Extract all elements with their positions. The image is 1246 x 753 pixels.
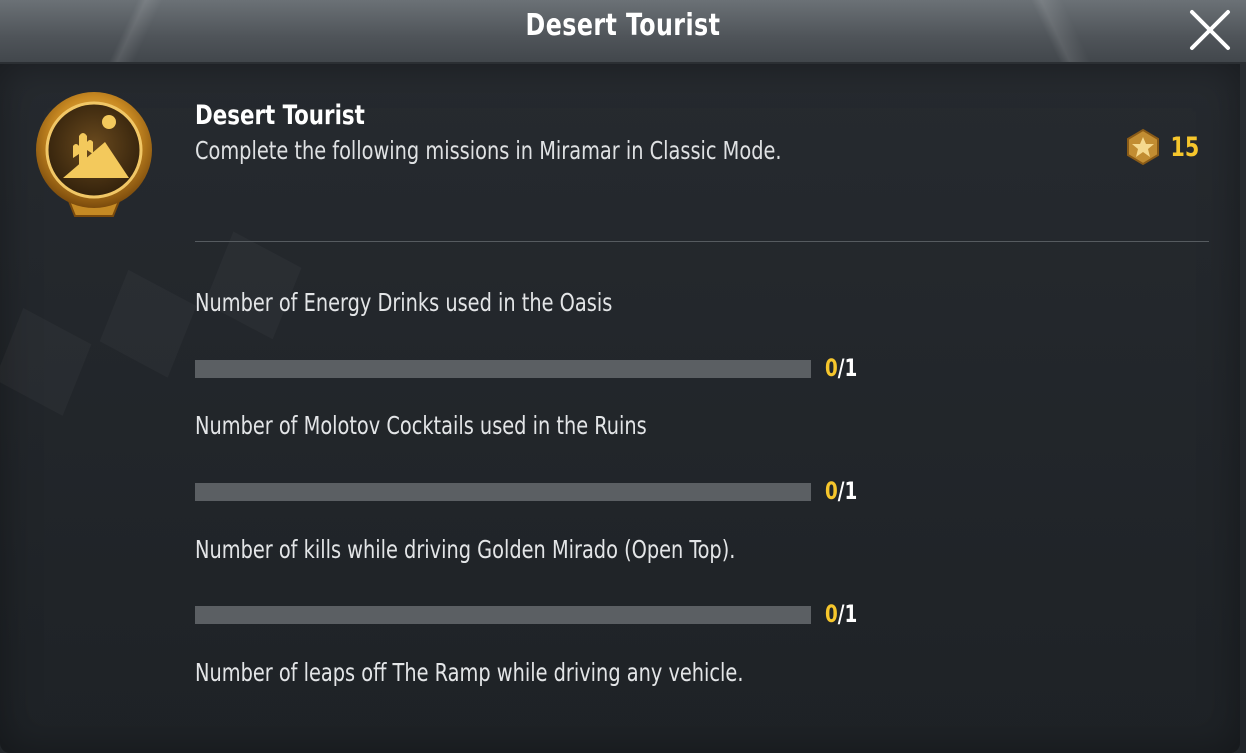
progress-count: 0/1	[825, 354, 857, 382]
reward-points-value: 15	[1170, 131, 1200, 163]
star-medal-icon	[1127, 128, 1160, 166]
progress-count: 0/1	[825, 600, 857, 628]
achievement-dialog: Desert Tourist ◆◆◆	[0, 0, 1246, 753]
progress-separator: /	[837, 477, 845, 505]
mission-item: Number of leaps off The Ramp while drivi…	[195, 658, 895, 687]
progress-current: 0	[825, 354, 838, 382]
mission-label: Number of Energy Drinks used in the Oasi…	[195, 288, 613, 317]
mission-label: Number of leaps off The Ramp while drivi…	[195, 658, 744, 687]
progress-separator: /	[837, 600, 845, 628]
header-divider	[195, 241, 1209, 242]
mission-label: Number of kills while driving Golden Mir…	[195, 535, 736, 564]
title-bar: Desert Tourist	[0, 0, 1246, 64]
mission-item: Number of Molotov Cocktails used in the …	[195, 411, 895, 440]
progress-current: 0	[825, 477, 838, 505]
reward-points: 15	[1124, 128, 1202, 166]
mission-item: Number of kills while driving Golden Mir…	[195, 535, 895, 564]
progress-current: 0	[825, 600, 838, 628]
achievement-panel: ◆◆◆	[0, 64, 1240, 753]
progress-count: 0/1	[825, 477, 857, 505]
progress-total: 1	[844, 600, 858, 628]
achievement-title: Desert Tourist	[195, 100, 365, 131]
progress-bar	[195, 606, 811, 624]
achievement-description: Complete the following missions in Miram…	[195, 136, 782, 165]
progress-total: 1	[844, 354, 858, 382]
close-button[interactable]	[1186, 6, 1234, 54]
mission-item: Number of Energy Drinks used in the Oasi…	[195, 288, 895, 317]
mission-label: Number of Molotov Cocktails used in the …	[195, 411, 647, 440]
desert-cactus-badge-icon	[33, 88, 155, 222]
progress-separator: /	[837, 354, 845, 382]
close-x-icon	[1190, 10, 1230, 50]
progress-bar	[195, 483, 811, 501]
progress-total: 1	[844, 477, 858, 505]
progress-bar	[195, 360, 811, 378]
dialog-title: Desert Tourist	[525, 8, 721, 43]
